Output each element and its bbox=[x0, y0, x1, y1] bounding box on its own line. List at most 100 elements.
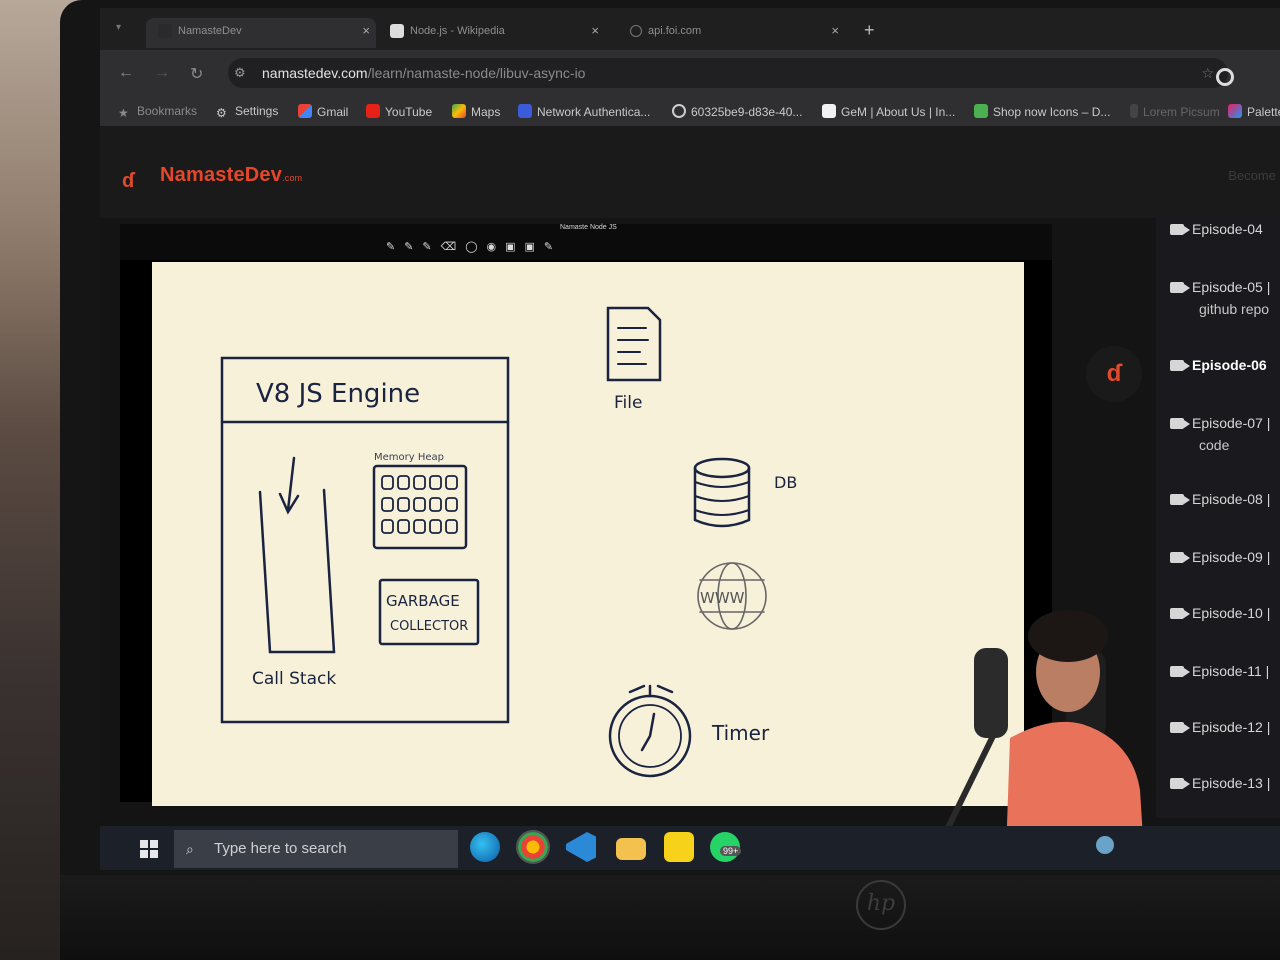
video-camera-icon bbox=[1170, 224, 1190, 235]
bookmark-item[interactable]: GeM | About Us | In... bbox=[822, 104, 955, 119]
bookmark-item[interactable]: Palette bbox=[1228, 104, 1280, 119]
gem-icon bbox=[822, 104, 836, 118]
chrome-icon[interactable] bbox=[516, 830, 550, 864]
bookmark-label: Maps bbox=[471, 105, 501, 119]
namastedev-favicon bbox=[158, 24, 172, 39]
sidebar-episode[interactable]: Episode-04 bbox=[1170, 218, 1263, 240]
sticky-notes-icon[interactable] bbox=[664, 832, 694, 862]
taskbar-search[interactable]: ⌕ Type here to search bbox=[174, 830, 458, 868]
url-text[interactable]: namastedev.com/learn/namaste-node/libuv-… bbox=[262, 58, 585, 88]
episode-label: Episode-08 | bbox=[1192, 491, 1271, 507]
tab-search-icon[interactable]: ▾ bbox=[116, 22, 121, 33]
tab-namastedev[interactable]: NamasteDev × bbox=[146, 18, 376, 48]
palette-icon bbox=[1228, 104, 1242, 118]
garbage-collector-line2: COLLECTOR bbox=[390, 619, 468, 634]
presenter-hair bbox=[1028, 610, 1108, 662]
bookmark-item[interactable]: Shop now Icons – D... bbox=[974, 104, 1110, 119]
tray-icon[interactable] bbox=[1096, 836, 1114, 854]
garbage-collector-line1: GARBAGE bbox=[386, 592, 460, 610]
bookmark-item[interactable]: Maps bbox=[452, 104, 500, 119]
microphone bbox=[974, 648, 1008, 738]
bookmark-item[interactable]: Gmail bbox=[298, 104, 348, 119]
bookmark-label: Lorem Picsum bbox=[1143, 105, 1220, 119]
bookmark-label: Palette bbox=[1247, 105, 1280, 119]
sidebar-episode[interactable]: Episode-06 bbox=[1170, 354, 1267, 376]
page-content: ɗ NamasteDev.com Become Namaste Node JS … bbox=[100, 126, 1280, 870]
vscode-icon[interactable] bbox=[566, 832, 596, 862]
close-tab-icon[interactable]: × bbox=[831, 18, 839, 44]
tab-wikipedia[interactable]: Node.js - Wikipedia × bbox=[390, 18, 605, 48]
episode-label: Episode-13 | bbox=[1192, 775, 1271, 791]
windows-start-icon[interactable] bbox=[140, 840, 158, 858]
globe-favicon bbox=[630, 25, 642, 38]
bookmark-label: Shop now Icons – D... bbox=[993, 105, 1111, 119]
sidebar-episode[interactable]: Episode-09 | bbox=[1170, 546, 1270, 568]
address-bar[interactable]: ⚙ namastedev.com/learn/namaste-node/libu… bbox=[228, 58, 1228, 88]
gear-icon: ⚙ bbox=[216, 106, 227, 120]
www-label: WWW bbox=[700, 589, 745, 607]
timer-hands bbox=[640, 712, 656, 752]
call-stack-arrow bbox=[278, 456, 300, 515]
episode-label: Episode-06 bbox=[1192, 357, 1267, 373]
sidebar-episode[interactable]: Episode-08 | bbox=[1170, 488, 1270, 510]
site-logo[interactable]: NamasteDev.com bbox=[160, 164, 302, 187]
laptop-screen: ▾ NamasteDev × Node.js - Wikipedia × api… bbox=[100, 8, 1280, 870]
tab-title: NamasteDev bbox=[178, 25, 242, 37]
player-toolbar: Namaste Node JS ✎✎✎⌫◯◉▣▣✎ bbox=[120, 224, 1052, 260]
video-player[interactable]: Namaste Node JS ✎✎✎⌫◯◉▣▣✎ V8 JS Engine M… bbox=[120, 224, 1144, 870]
sidebar-episode[interactable]: Episode-07 | code bbox=[1170, 412, 1270, 456]
bookmark-item[interactable]: Network Authentica... bbox=[518, 104, 650, 119]
tab-title: Node.js - Wikipedia bbox=[410, 25, 505, 37]
bookmark-item[interactable]: ★ Bookmarks bbox=[118, 104, 197, 120]
back-icon[interactable]: ← bbox=[118, 64, 134, 82]
new-tab-button[interactable]: + bbox=[864, 20, 875, 41]
file-explorer-icon[interactable] bbox=[616, 838, 646, 860]
call-stack-label: Call Stack bbox=[252, 669, 336, 689]
close-tab-icon[interactable]: × bbox=[362, 18, 370, 44]
become-link[interactable]: Become bbox=[1228, 168, 1276, 183]
sidebar-episode[interactable]: Episode-13 | bbox=[1170, 772, 1270, 794]
site-info-icon[interactable]: ⚙ bbox=[234, 58, 246, 88]
bookmark-item[interactable]: Lorem Picsum bbox=[1130, 104, 1220, 119]
picsum-icon bbox=[1130, 104, 1138, 118]
bookmark-item[interactable]: 60325be9-d83e-40... bbox=[672, 104, 802, 119]
tab-api[interactable]: api.foi.com × bbox=[630, 18, 845, 48]
reload-icon[interactable]: ↻ bbox=[190, 64, 203, 84]
search-icon: ⌕ bbox=[186, 841, 194, 857]
search-placeholder: Type here to search bbox=[214, 840, 347, 857]
laptop-bezel-bottom bbox=[60, 875, 1280, 960]
extension-icon[interactable] bbox=[1216, 68, 1234, 86]
video-camera-icon bbox=[1170, 552, 1190, 563]
memory-heap-cells bbox=[381, 475, 458, 534]
bookmark-label: Settings bbox=[235, 104, 279, 118]
hp-logo: hp bbox=[856, 880, 906, 930]
url-path: /learn/namaste-node/libuv-async-io bbox=[367, 65, 586, 81]
edge-icon[interactable] bbox=[470, 832, 500, 862]
timer-label: Timer bbox=[711, 721, 770, 745]
namastedev-logo-icon[interactable]: ɗ bbox=[122, 170, 134, 193]
episode-label: Episode-10 | bbox=[1192, 605, 1271, 621]
timer-crown bbox=[628, 684, 674, 698]
bookmark-star-icon[interactable]: ☆ bbox=[1201, 58, 1214, 88]
sidebar-episode[interactable]: Episode-11 | bbox=[1170, 660, 1269, 682]
video-camera-icon bbox=[1170, 722, 1190, 733]
url-host: namastedev.com bbox=[262, 65, 368, 81]
episode-subtitle: github repo bbox=[1199, 301, 1270, 317]
bookmark-label: Gmail bbox=[317, 105, 349, 119]
whatsapp-badge: 99+ bbox=[720, 846, 742, 856]
bookmark-item[interactable]: YouTube bbox=[366, 104, 432, 119]
sidebar-episode[interactable]: Episode-05 | github repo bbox=[1170, 276, 1270, 320]
forward-icon[interactable]: → bbox=[154, 64, 170, 82]
db-icon bbox=[693, 457, 751, 479]
star-icon: ★ bbox=[118, 106, 129, 120]
sidebar-episode[interactable]: Episode-12 | bbox=[1170, 716, 1270, 738]
episode-subtitle: code bbox=[1199, 437, 1230, 453]
site-header: ɗ NamasteDev.com Become bbox=[100, 126, 1280, 218]
sidebar-episode[interactable]: Episode-10 | bbox=[1170, 602, 1270, 624]
bookmark-item[interactable]: ⚙ Settings bbox=[216, 104, 278, 120]
episode-sidebar: Episode-04 Episode-05 | github repo Episode… bbox=[1156, 218, 1280, 818]
browser-toolbar: ← → ↻ ⚙ namastedev.com/learn/namaste-nod… bbox=[100, 50, 1280, 98]
garbage-collector-box bbox=[378, 578, 480, 646]
close-tab-icon[interactable]: × bbox=[591, 18, 599, 44]
brand-name: NamasteDev bbox=[160, 164, 283, 186]
